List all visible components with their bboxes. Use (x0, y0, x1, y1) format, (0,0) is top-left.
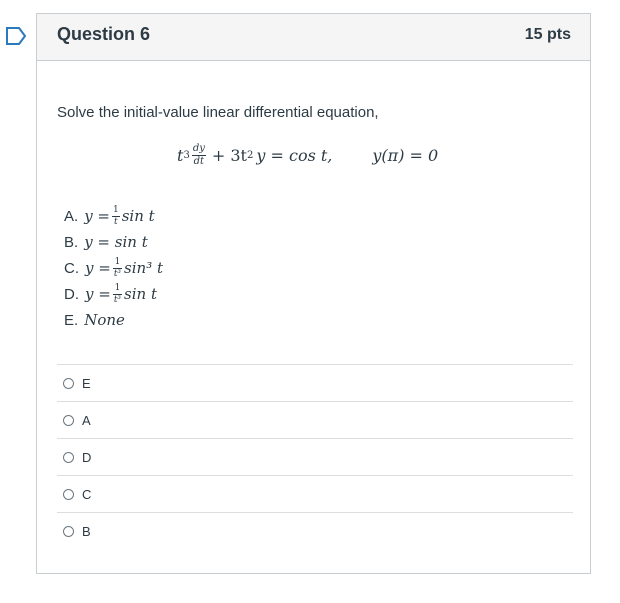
eq-plus-exp: 2 (246, 149, 254, 161)
eq-dt: dt (193, 155, 205, 167)
answer-options: E A D C B (57, 364, 573, 549)
radio-button[interactable] (63, 488, 74, 500)
radio-button[interactable] (63, 377, 74, 389)
answer-label: A (82, 412, 91, 428)
answer-option-b[interactable]: B (57, 512, 573, 549)
choice-b: B. y = sin t (64, 233, 148, 251)
question-title: Question 6 (57, 24, 151, 44)
choice-c: C. y = 1 t³ sin³ t (64, 256, 164, 279)
question-card: Question 6 15 pts Solve the initial-valu… (36, 13, 591, 574)
choice-a: A. y = 1 t sin t (64, 204, 155, 227)
radio-button[interactable] (63, 451, 74, 463)
question-prompt: Solve the initial-value linear different… (57, 104, 379, 121)
eq-plus-term: + 3t (211, 145, 247, 165)
choice-e: E. None (64, 311, 125, 329)
radio-button[interactable] (63, 414, 74, 426)
eq-t-exp: 3 (183, 149, 190, 161)
eq-rest: y = cos t, (256, 145, 333, 165)
answer-option-c[interactable]: C (57, 475, 573, 512)
answer-label: E (82, 375, 91, 391)
eq-condition: y(π) = 0 (372, 145, 439, 165)
bookmark-icon[interactable] (6, 27, 26, 45)
answer-option-d[interactable]: D (57, 438, 573, 475)
answer-label: B (82, 523, 91, 539)
answer-label: D (82, 449, 92, 465)
choice-list: A. y = 1 t sin t B. y = sin t C. y = 1 t… (64, 203, 163, 333)
question-header: Question 6 15 pts (37, 14, 590, 61)
answer-option-a[interactable]: A (57, 401, 573, 438)
radio-button[interactable] (63, 525, 74, 537)
question-points: 15 pts (524, 26, 571, 43)
answer-label: C (82, 486, 92, 502)
differential-equation: t3 dy dt + 3t 2 y = cos t, y(π) = 0 (177, 138, 438, 172)
eq-dy: dy (192, 142, 205, 154)
choice-d: D. y = 1 t³ sin t (64, 282, 157, 305)
eq-dydt: dy dt (191, 142, 206, 167)
answer-option-e[interactable]: E (57, 364, 573, 401)
